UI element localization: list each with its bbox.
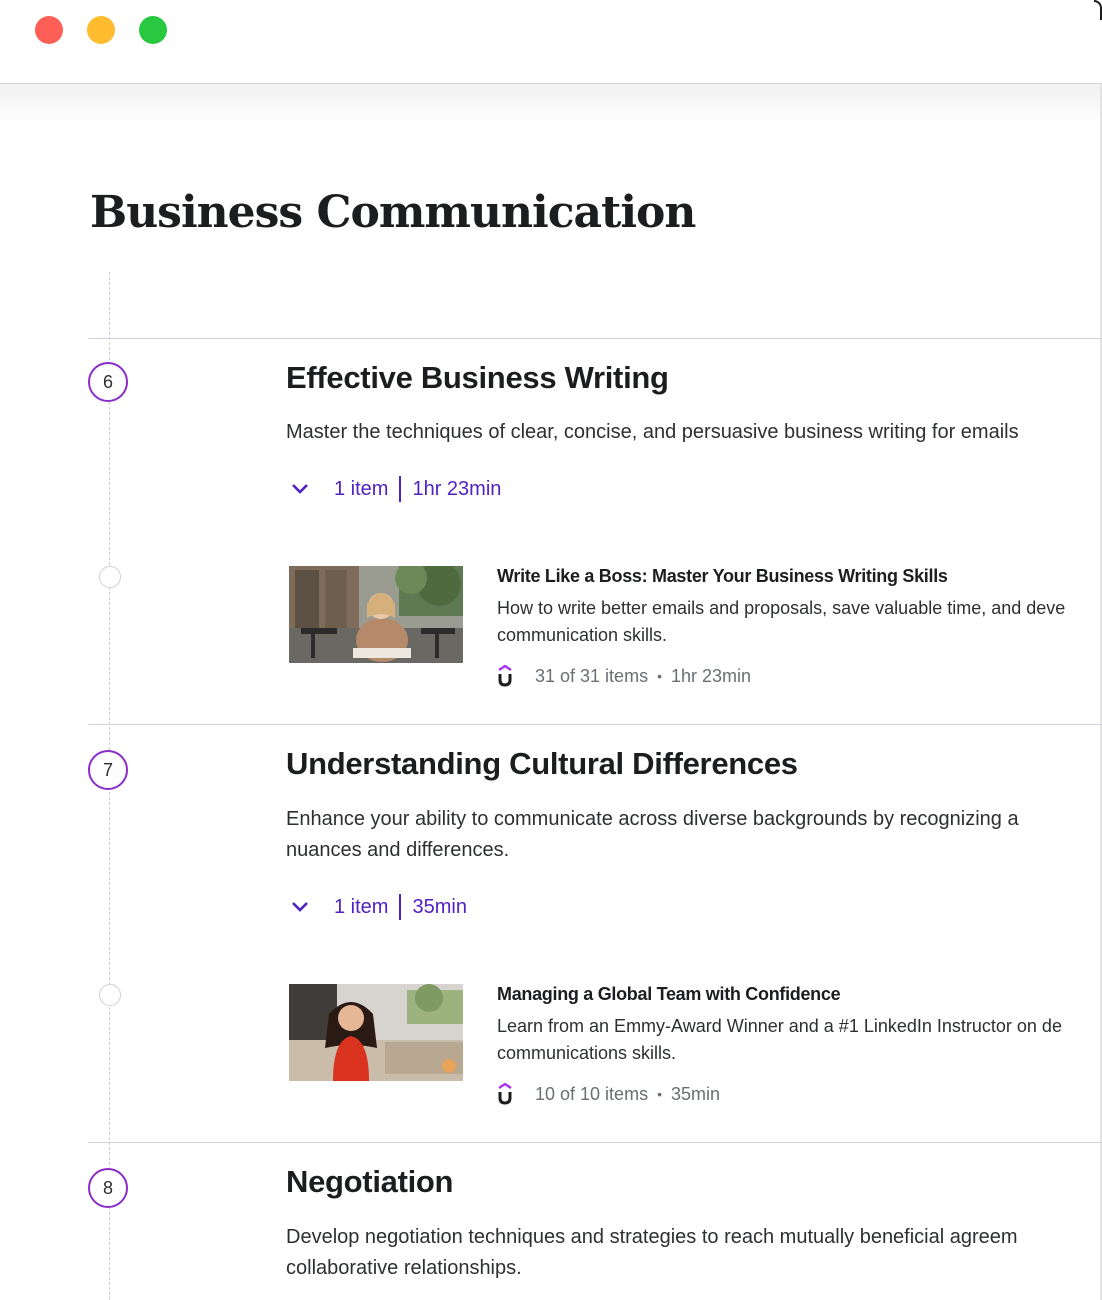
step-number-badge: 6	[88, 362, 128, 402]
course-duration: 35min	[670, 1083, 720, 1104]
meta-separator	[399, 476, 402, 502]
udemy-logo-icon	[497, 664, 523, 688]
window-corner	[1094, 0, 1102, 20]
course-description-line-1: Learn from an Emmy-Award Winner and a #1…	[497, 1016, 1062, 1036]
section-divider	[88, 338, 1102, 339]
course-meta: 10 of 10 items • 35min	[497, 1082, 720, 1106]
toolbar-shadow	[0, 84, 1102, 124]
section-description-line-2: nuances and differences.	[286, 839, 510, 861]
course-title[interactable]: Write Like a Boss: Master Your Business …	[497, 566, 948, 587]
meta-bullet: •	[657, 668, 662, 684]
section-divider	[88, 1142, 1102, 1143]
section-description-line-1: Develop negotiation techniques and strat…	[286, 1226, 1018, 1248]
course-item-count: 10 of 10 items	[535, 1083, 649, 1104]
section-item-count: 1 item	[334, 477, 389, 500]
course-item-count: 31 of 31 items	[535, 665, 649, 686]
course-description-line-2: communication skills.	[497, 625, 668, 645]
section-title: Negotiation	[286, 1164, 454, 1199]
course-duration: 1hr 23min	[670, 665, 752, 686]
app-window: Business Communication 6 Effective Busin…	[0, 0, 1102, 1300]
timeline-node	[99, 566, 121, 588]
step-number-badge: 8	[88, 1168, 128, 1208]
section-meta: 1 item 1hr 23min	[286, 474, 501, 504]
expand-chevron-down-icon[interactable]	[286, 893, 314, 921]
zoom-window-button[interactable]	[139, 16, 167, 44]
course-thumbnail[interactable]	[289, 566, 463, 663]
step-number-badge: 7	[88, 750, 128, 790]
course-description-line-2: communications skills.	[497, 1043, 677, 1063]
section-meta: 1 item 35min	[286, 892, 467, 922]
minimize-window-button[interactable]	[87, 16, 115, 44]
expand-chevron-down-icon[interactable]	[286, 475, 314, 503]
window-titlebar	[0, 0, 1102, 84]
meta-separator	[399, 894, 402, 920]
page-title: Business Communication	[90, 187, 696, 238]
section-description-line-2: collaborative relationships.	[286, 1257, 522, 1279]
timeline-node	[99, 984, 121, 1006]
course-meta: 31 of 31 items • 1hr 23min	[497, 664, 751, 688]
woman-in-red-dress-photo-icon	[289, 984, 463, 1081]
course-thumbnail[interactable]	[289, 984, 463, 1081]
close-window-button[interactable]	[35, 16, 63, 44]
course-title[interactable]: Managing a Global Team with Confidence	[497, 984, 841, 1005]
udemy-logo-icon	[497, 1082, 523, 1106]
section-item-count: 1 item	[334, 895, 389, 918]
section-title: Effective Business Writing	[286, 360, 669, 395]
section-duration: 35min	[412, 895, 467, 918]
section-title: Understanding Cultural Differences	[286, 746, 798, 781]
section-description: Master the techniques of clear, concise,…	[286, 421, 1019, 443]
section-description-line-1: Enhance your ability to communicate acro…	[286, 808, 1019, 830]
section-divider	[88, 724, 1102, 725]
woman-writing-at-cafe-photo-icon	[289, 566, 463, 663]
section-duration: 1hr 23min	[412, 477, 502, 500]
course-description-line-1: How to write better emails and proposals…	[497, 598, 1066, 618]
meta-bullet: •	[657, 1086, 662, 1102]
